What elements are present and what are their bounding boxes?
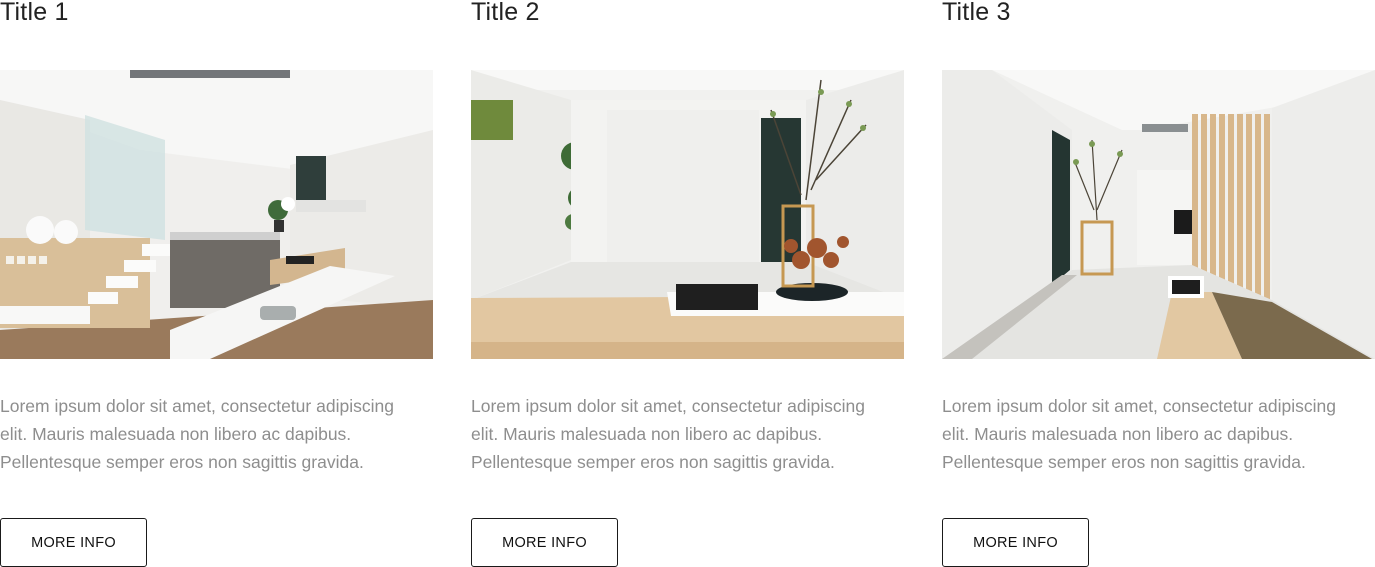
card-3: Title 3 Lorem ipsum dolor sit amet, cons… bbox=[942, 0, 1375, 567]
card-description: Lorem ipsum dolor sit amet, consectetur … bbox=[471, 396, 865, 472]
card-1: Title 1 Lorem ipsum dolor sit amet, cons… bbox=[0, 0, 433, 567]
card-description: Lorem ipsum dolor sit amet, consectetur … bbox=[942, 396, 1336, 472]
kitchen-interior-image bbox=[0, 70, 433, 359]
more-info-button[interactable]: MORE INFO bbox=[0, 518, 147, 567]
cards-grid: Title 1 Lorem ipsum dolor sit amet, cons… bbox=[0, 0, 1375, 567]
hallway-interior-image bbox=[942, 70, 1375, 359]
more-info-button[interactable]: MORE INFO bbox=[942, 518, 1089, 567]
bonsai-room-image bbox=[471, 70, 904, 359]
card-2: Title 2 Lorem ipsum dolor sit amet, cons… bbox=[471, 0, 904, 567]
card-description: Lorem ipsum dolor sit amet, consectetur … bbox=[0, 396, 394, 472]
more-info-button[interactable]: MORE INFO bbox=[471, 518, 618, 567]
card-title: Title 3 bbox=[942, 0, 1011, 26]
card-title: Title 1 bbox=[0, 0, 69, 26]
card-title: Title 2 bbox=[471, 0, 540, 26]
